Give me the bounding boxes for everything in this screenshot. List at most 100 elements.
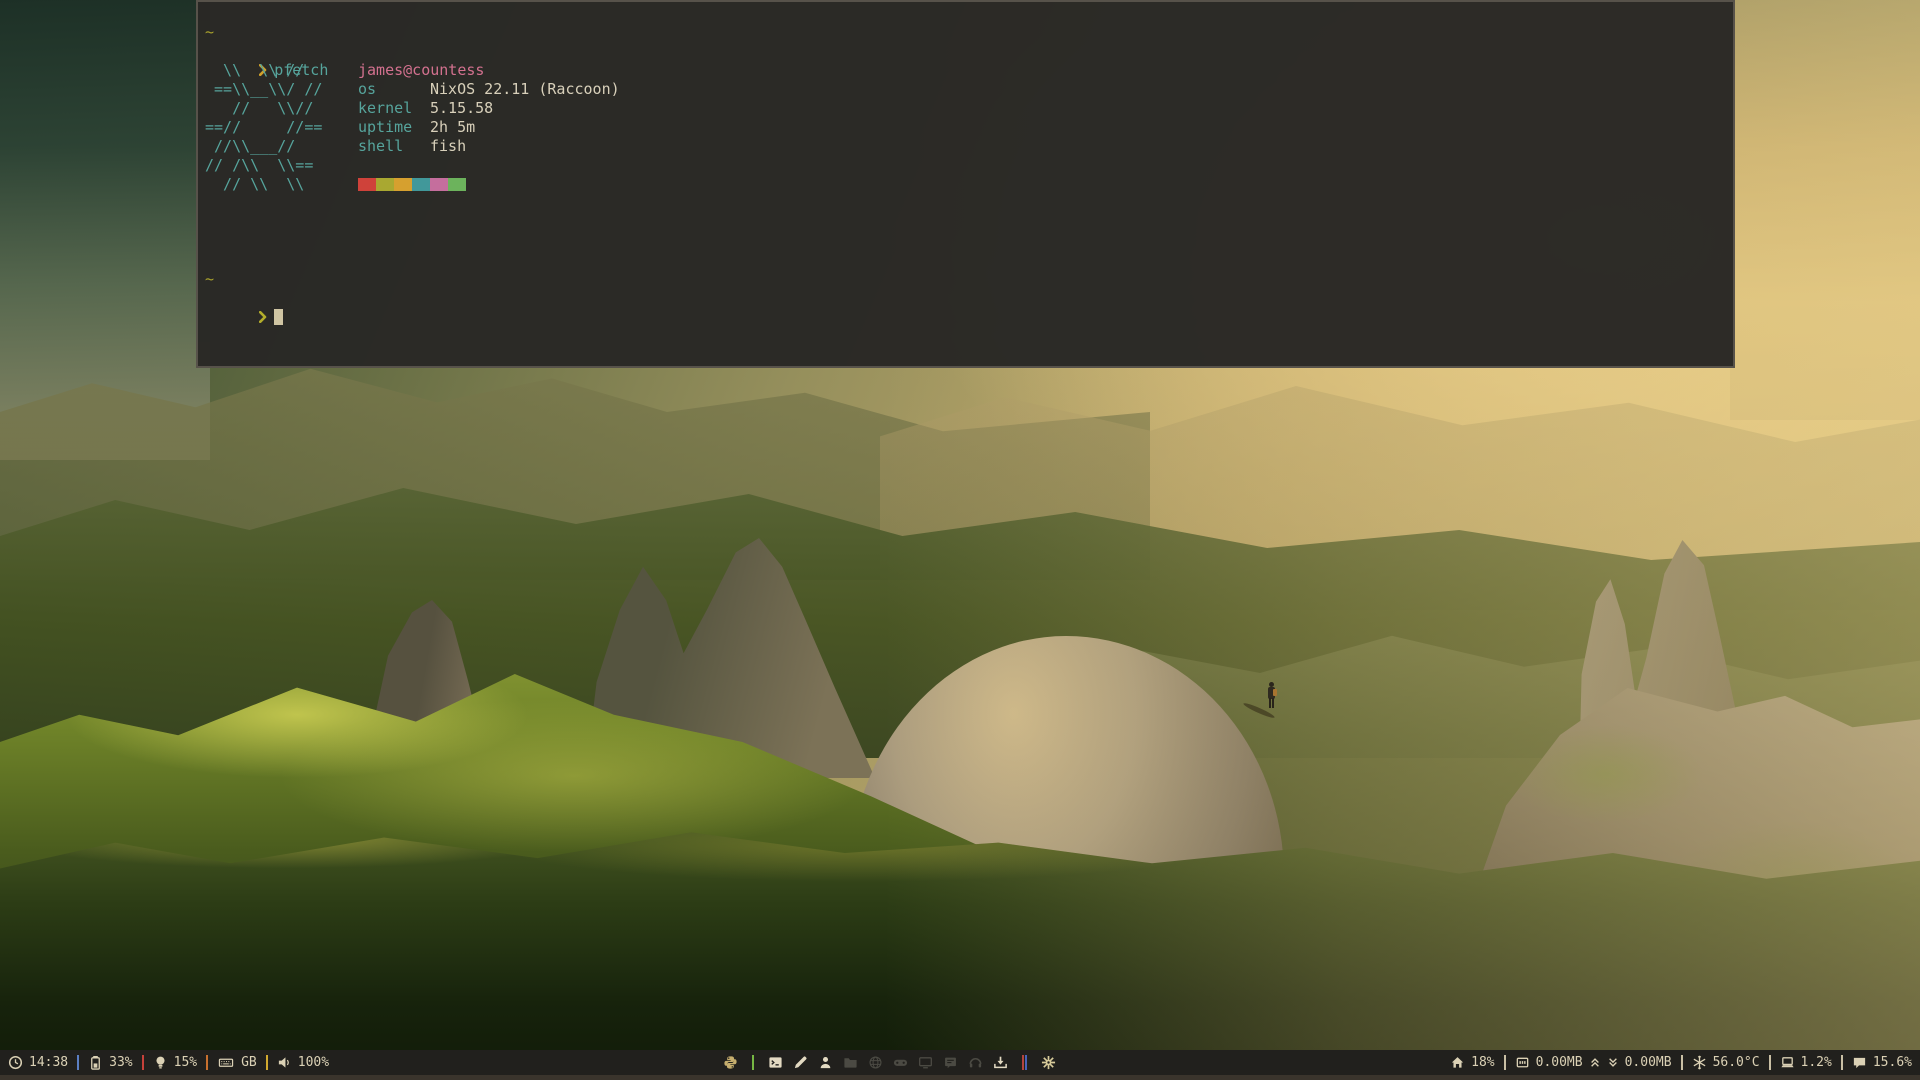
monitor-icon	[918, 1055, 933, 1070]
nixos-ascii-art-line: // /\\ \\==	[205, 156, 358, 175]
brightness-module[interactable]: 15%	[153, 1055, 197, 1070]
pfetch-label: kernel	[358, 99, 430, 118]
folder-icon	[843, 1055, 858, 1070]
cpu-usage-text: 1.2%	[1801, 1055, 1832, 1070]
brightness-text: 15%	[174, 1055, 197, 1070]
separator	[1769, 1055, 1771, 1070]
nixos-ascii-art-line: \\ \\ //	[205, 61, 358, 80]
pencil-icon	[793, 1055, 808, 1070]
speech-bubble-icon	[1852, 1055, 1867, 1070]
keyboard-layout-module[interactable]: GB	[217, 1055, 257, 1070]
keyboard-icon	[217, 1055, 235, 1070]
workspace-web[interactable]	[868, 1055, 883, 1070]
prompt-cwd: ~	[205, 23, 214, 41]
workspace-files[interactable]	[843, 1055, 858, 1070]
headphones-icon	[968, 1055, 983, 1070]
workspace-settings[interactable]	[1041, 1055, 1056, 1070]
pfetch-label: uptime	[358, 118, 430, 137]
clock-text: 14:38	[29, 1055, 68, 1070]
network-module[interactable]: 0.00MB 0.00MB	[1515, 1055, 1672, 1070]
upload-chevrons-icon	[1589, 1056, 1601, 1069]
separator	[77, 1055, 79, 1070]
nixos-ascii-art-line: // \\//	[205, 99, 358, 118]
hiker-backpack	[1273, 689, 1277, 696]
pfetch-value: NixOS 22.11 (Raccoon)	[430, 80, 620, 98]
download-chevrons-icon	[1607, 1056, 1619, 1069]
disk-module[interactable]: 18%	[1450, 1055, 1494, 1070]
battery-text: 33%	[109, 1055, 132, 1070]
workspace-user[interactable]	[818, 1055, 833, 1070]
python-icon	[723, 1055, 738, 1070]
nixos-ascii-art-line: ==\\__\\/ //	[205, 80, 358, 99]
pfetch-value: 2h 5m	[430, 118, 475, 136]
volume-text: 100%	[298, 1055, 329, 1070]
clock-module[interactable]: 14:38	[8, 1055, 68, 1070]
pfetch-label: shell	[358, 137, 430, 156]
memory-module[interactable]: 15.6%	[1852, 1055, 1912, 1070]
workspace-monitor[interactable]	[918, 1055, 933, 1070]
terminal-cursor	[274, 309, 283, 325]
separator	[1681, 1055, 1683, 1070]
clock-icon	[8, 1055, 23, 1070]
laptop-icon	[1780, 1055, 1795, 1070]
nixos-ascii-art-line: // \\ \\	[205, 175, 358, 194]
workspace-terminal[interactable]	[768, 1055, 783, 1070]
battery-module[interactable]: 33%	[88, 1055, 132, 1070]
workspace-python[interactable]	[723, 1055, 738, 1070]
separator	[206, 1055, 208, 1070]
palette-swatch	[358, 178, 376, 191]
network-up-text: 0.00MB	[1625, 1055, 1672, 1070]
palette-swatch	[394, 178, 412, 191]
nixos-ascii-art-line: ==// //==	[205, 118, 358, 137]
workspace-icons	[718, 1055, 1061, 1070]
temperature-module[interactable]: 56.0°C	[1692, 1055, 1760, 1070]
separator	[1504, 1055, 1506, 1070]
status-bar: 14:38 33% 15% GB 100%	[0, 1050, 1920, 1080]
temperature-text: 56.0°C	[1713, 1055, 1760, 1070]
separator	[752, 1055, 754, 1070]
prompt-chevron-icon	[259, 311, 267, 323]
person-icon	[818, 1055, 833, 1070]
separator	[1022, 1055, 1024, 1070]
workspace-games[interactable]	[893, 1055, 908, 1070]
hiker-head	[1269, 682, 1274, 687]
gear-icon	[1041, 1055, 1056, 1070]
network-down-text: 0.00MB	[1536, 1055, 1583, 1070]
speaker-icon	[277, 1055, 292, 1070]
terminal-icon	[768, 1055, 783, 1070]
cpu-module[interactable]: 1.2%	[1780, 1055, 1832, 1070]
separator	[1841, 1055, 1843, 1070]
workspace-music[interactable]	[968, 1055, 983, 1070]
separator	[142, 1055, 144, 1070]
lightbulb-icon	[153, 1055, 168, 1070]
battery-icon	[88, 1055, 103, 1070]
workspace-chat[interactable]	[943, 1055, 958, 1070]
palette-swatch	[430, 178, 448, 191]
workspace-downloads[interactable]	[993, 1055, 1008, 1070]
terminal-window[interactable]: ~ pfetch \\ \\ //james@countess ==\\__\\…	[196, 0, 1735, 368]
pfetch-label: os	[358, 80, 430, 99]
separator	[266, 1055, 268, 1070]
workspace-edit[interactable]	[793, 1055, 808, 1070]
desktop: ~ pfetch \\ \\ //james@countess ==\\__\\…	[0, 0, 1920, 1080]
separator	[1025, 1055, 1027, 1070]
hiker-silhouette	[1266, 682, 1278, 712]
palette-swatch	[412, 178, 430, 191]
pfetch-value: fish	[430, 137, 466, 155]
gamepad-icon	[893, 1055, 908, 1070]
disk-usage-text: 18%	[1471, 1055, 1494, 1070]
snowflake-icon	[1692, 1055, 1707, 1070]
palette-swatch	[448, 178, 466, 191]
status-bar-right: 18% 0.00MB 0.00MB 56.0°C 1.2%	[1450, 1055, 1912, 1070]
prompt-cwd: ~	[205, 270, 214, 288]
pfetch-value: 5.15.58	[430, 99, 493, 117]
ethernet-icon	[1515, 1055, 1530, 1070]
chat-board-icon	[943, 1055, 958, 1070]
status-bar-left: 14:38 33% 15% GB 100%	[8, 1055, 329, 1070]
nixos-ascii-art-line: //\\___//	[205, 137, 358, 156]
home-icon	[1450, 1055, 1465, 1070]
globe-icon	[868, 1055, 883, 1070]
keyboard-layout-text: GB	[241, 1055, 257, 1070]
volume-module[interactable]: 100%	[277, 1055, 329, 1070]
palette-swatch	[376, 178, 394, 191]
